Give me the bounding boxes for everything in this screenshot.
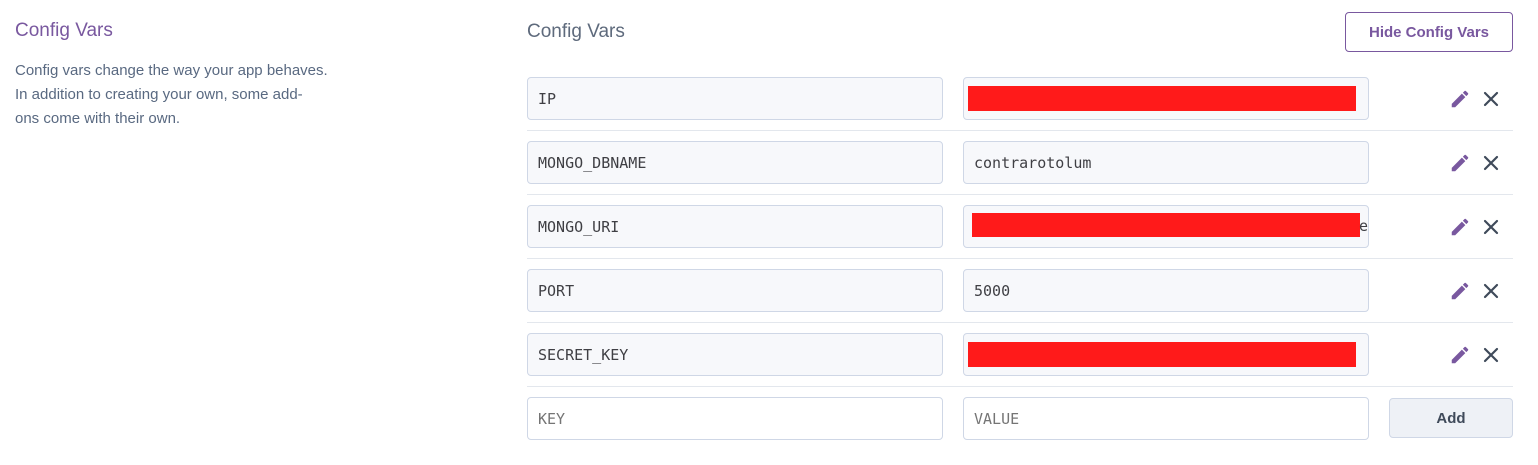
config-var-row: MONGO_DBNAME contrarotolum — [527, 131, 1513, 195]
config-var-value-field[interactable]: 5000 — [963, 269, 1369, 312]
config-var-key-field[interactable]: MONGO_DBNAME — [527, 141, 943, 184]
config-var-value-field[interactable]: e — [963, 205, 1369, 248]
config-var-value-field[interactable] — [963, 77, 1369, 120]
close-icon[interactable] — [1481, 345, 1501, 365]
pencil-icon[interactable] — [1449, 88, 1471, 110]
description-line: In addition to creating your own, some a… — [15, 86, 303, 103]
redacted-value — [968, 86, 1356, 111]
config-var-value-field[interactable] — [963, 333, 1369, 376]
config-var-key-field[interactable]: IP — [527, 77, 943, 120]
redacted-value — [972, 213, 1360, 237]
config-var-row: SECRET_KEY — [527, 323, 1513, 387]
close-icon[interactable] — [1481, 153, 1501, 173]
config-var-key-field[interactable]: MONGO_URI — [527, 205, 943, 248]
sidebar-description: Config vars change the way your app beha… — [15, 59, 375, 131]
close-icon[interactable] — [1481, 217, 1501, 237]
config-var-key-field[interactable]: PORT — [527, 269, 943, 312]
pencil-icon[interactable] — [1449, 344, 1471, 366]
config-var-key-field[interactable]: SECRET_KEY — [527, 333, 943, 376]
value-overflow-text: e — [1358, 217, 1368, 235]
close-icon[interactable] — [1481, 281, 1501, 301]
add-button[interactable]: Add — [1389, 398, 1513, 438]
close-icon[interactable] — [1481, 89, 1501, 109]
config-vars-title: Config Vars — [527, 21, 625, 42]
pencil-icon[interactable] — [1449, 280, 1471, 302]
new-key-input[interactable] — [527, 397, 943, 440]
redacted-value — [968, 342, 1356, 367]
config-var-row: IP — [527, 67, 1513, 131]
new-config-var-row: Add — [527, 387, 1513, 451]
description-line: Config vars change the way your app beha… — [15, 62, 328, 79]
config-var-row: PORT 5000 — [527, 259, 1513, 323]
config-var-row: MONGO_URI e — [527, 195, 1513, 259]
description-line: ons come with their own. — [15, 110, 181, 127]
pencil-icon[interactable] — [1449, 152, 1471, 174]
sidebar-title: Config Vars — [15, 20, 113, 41]
config-var-value-field[interactable]: contrarotolum — [963, 141, 1369, 184]
pencil-icon[interactable] — [1449, 216, 1471, 238]
new-value-input[interactable] — [963, 397, 1369, 440]
hide-config-vars-button[interactable]: Hide Config Vars — [1345, 12, 1513, 52]
